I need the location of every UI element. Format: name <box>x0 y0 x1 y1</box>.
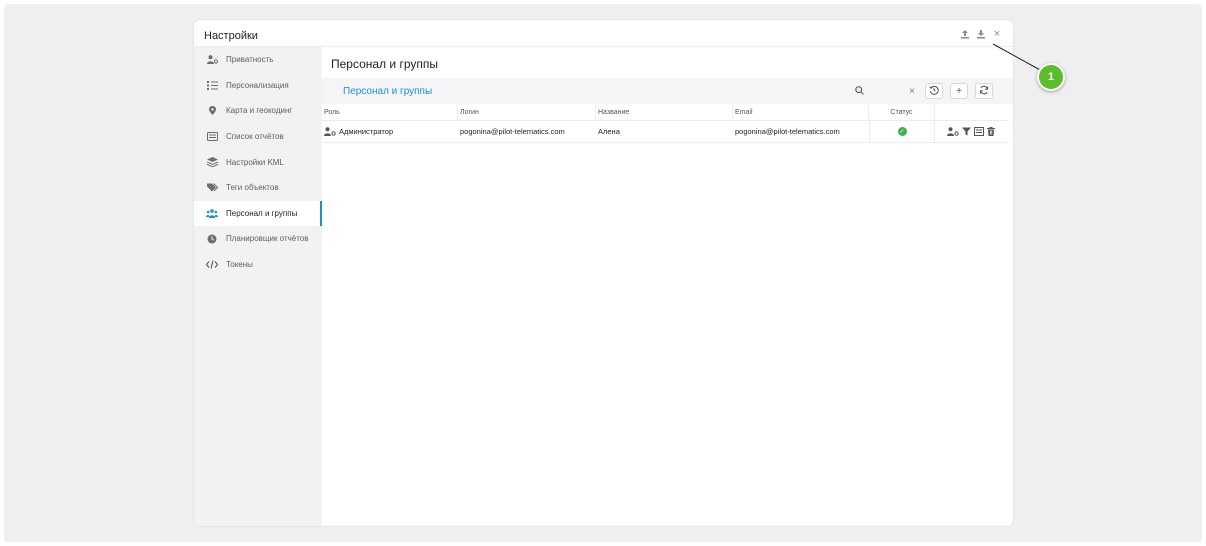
column-header-login[interactable]: Логин <box>458 105 596 120</box>
sidebar-item-privacy[interactable]: Приватность <box>194 47 322 73</box>
download-icon[interactable] <box>975 28 987 40</box>
window-actions: × <box>959 28 1003 40</box>
table-row[interactable]: Администратор pogonina@pilot-telematics.… <box>322 121 1009 143</box>
sidebar-item-label: Карта и геокодинг <box>226 106 293 116</box>
add-button[interactable]: + <box>950 83 968 99</box>
toolbar-title-link[interactable]: Персонал и группы <box>343 86 432 97</box>
role-text: Администратор <box>339 127 394 136</box>
users-icon <box>206 207 218 219</box>
table-header: Роль Логин Название Email Статус <box>322 105 1009 121</box>
refresh-button[interactable] <box>975 83 993 99</box>
login-cell: pogonina@pilot-telematics.com <box>460 127 565 136</box>
settings-sidebar: Приватность Персонализация Карта и геоко… <box>194 47 322 526</box>
column-header-name[interactable]: Название <box>596 105 733 120</box>
list-icon[interactable] <box>974 127 984 136</box>
filter-icon[interactable] <box>962 127 971 136</box>
sidebar-item-label: Планировщик отчётов <box>226 234 309 244</box>
sidebar-item-map[interactable]: Карта и геокодинг <box>194 98 322 124</box>
sidebar-item-scheduler[interactable]: Планировщик отчётов <box>194 226 322 252</box>
sidebar-item-label: Персонал и группы <box>226 208 298 218</box>
sidebar-item-kml[interactable]: Настройки KML <box>194 149 322 175</box>
code-icon <box>206 259 218 271</box>
sidebar-item-tags[interactable]: Теги объектов <box>194 175 322 201</box>
sidebar-item-personalization[interactable]: Персонализация <box>194 73 322 99</box>
clock-icon <box>206 233 218 245</box>
settings-dialog: Настройки × Приватность Персонализация К… <box>194 20 1013 526</box>
role-cell: Администратор <box>322 121 458 142</box>
layers-icon <box>206 156 218 168</box>
refresh-icon <box>979 85 989 98</box>
sidebar-item-reports[interactable]: Список отчётов <box>194 124 322 150</box>
trash-icon[interactable] <box>987 127 995 136</box>
column-header-status[interactable]: Статус <box>869 105 935 120</box>
add-icon: + <box>956 85 962 97</box>
user-key-icon <box>324 127 336 136</box>
sidebar-item-label: Список отчётов <box>226 132 284 142</box>
sidebar-item-label: Приватность <box>226 55 274 65</box>
sidebar-item-label: Настройки KML <box>226 157 284 167</box>
sidebar-item-label: Теги объектов <box>226 183 279 193</box>
column-header-actions <box>935 105 1005 120</box>
search-box: × <box>853 83 917 99</box>
page-title: Персонал и группы <box>331 57 438 71</box>
upload-icon[interactable] <box>959 28 971 40</box>
map-marker-icon <box>206 105 218 117</box>
search-icon <box>855 85 864 97</box>
column-header-email[interactable]: Email <box>733 105 869 120</box>
row-actions <box>935 121 1005 142</box>
annotation-marker: 1 <box>1037 63 1065 91</box>
history-button[interactable] <box>925 83 943 99</box>
name-cell: Алена <box>598 127 620 136</box>
report-list-icon <box>206 131 218 143</box>
clear-search-icon[interactable]: × <box>909 86 915 97</box>
sidebar-item-label: Токены <box>226 260 253 270</box>
sidebar-item-staff-groups[interactable]: Персонал и группы <box>194 200 322 227</box>
user-key-icon <box>206 54 218 66</box>
sidebar-item-label: Персонализация <box>226 80 289 90</box>
dialog-title: Настройки <box>204 30 258 42</box>
status-cell: ✓ <box>869 121 935 142</box>
list-ordered-icon <box>206 79 218 91</box>
email-cell: pogonina@pilot-telematics.com <box>735 127 840 136</box>
sidebar-item-tokens[interactable]: Токены <box>194 252 322 278</box>
user-key-icon[interactable] <box>947 127 959 136</box>
status-ok-icon: ✓ <box>897 127 907 136</box>
close-icon[interactable]: × <box>991 28 1003 40</box>
history-icon <box>929 85 939 98</box>
column-header-role[interactable]: Роль <box>322 105 458 120</box>
main-panel: Персонал и группы Персонал и группы × + … <box>322 47 1013 526</box>
search-input[interactable] <box>871 86 902 96</box>
tags-icon <box>206 182 218 194</box>
staff-table: Роль Логин Название Email Статус Админис… <box>322 105 1009 143</box>
grid-toolbar: Персонал и группы × + <box>322 78 1013 104</box>
